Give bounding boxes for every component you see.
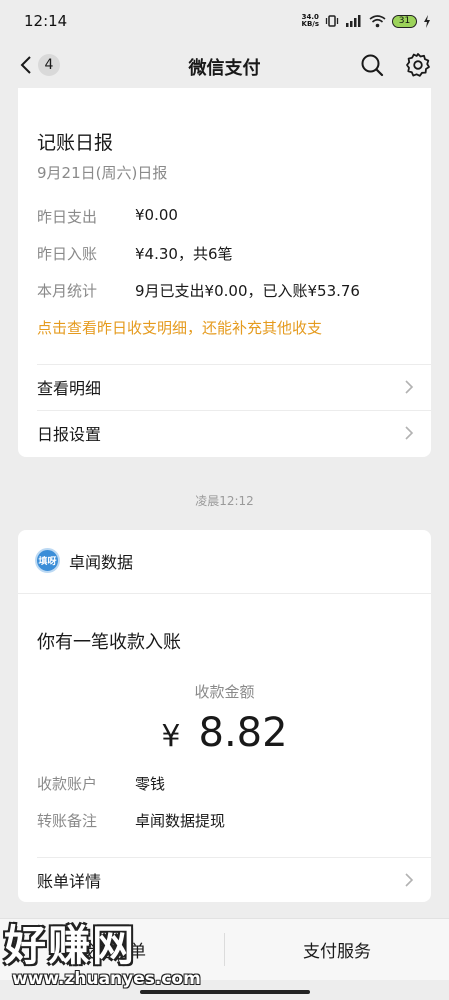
vibrate-icon [325,15,339,27]
report-settings-label: 日报设置 [37,425,102,444]
payment-received-card[interactable]: 填呀 卓闻数据 你有一笔收款入账 收款金额 ¥ 8.82 收款账户 零钱 转账备… [18,530,431,902]
row-label: 昨日入账 [37,245,98,263]
settings-gear-icon[interactable] [405,52,431,78]
divider [18,593,431,594]
bill-details-label: 账单详情 [37,872,102,891]
receipt-row-remark: 转账备注 卓闻数据提现 [37,810,225,831]
amount-label: 收款金额 [194,683,255,701]
my-bills-menu[interactable]: 我的账单 [0,919,224,980]
status-icons: 34.0 KB/s 31 [302,14,431,28]
payment-amount: ¥ 8.82 [18,710,431,756]
row-value: ¥4.30，共6笔 [135,245,233,263]
nav-actions [359,52,431,78]
payment-services-label: 支付服务 [303,942,371,962]
charging-icon [424,14,430,28]
payment-notice-title: 你有一笔收款入账 [37,632,181,653]
bill-details-link[interactable]: 账单详情 [37,858,414,902]
amount-value: 8.82 [198,710,288,756]
report-row-yesterday-income: 昨日入账 ¥4.30，共6笔 [37,243,233,264]
status-bar: 12:14 34.0 KB/s 31 [0,0,449,42]
network-speed-unit: KB/s [301,20,319,28]
wifi-icon [369,14,386,27]
message-timestamp: 凌晨12:12 [195,494,254,508]
payment-services-menu[interactable]: 支付服务 [225,919,449,980]
row-value: 9月已支出¥0.00，已入账¥53.76 [135,282,360,300]
row-label: 本月统计 [37,282,98,300]
my-bills-label: 我的账单 [78,942,146,962]
bottom-menu-bar: 我的账单 支付服务 [0,918,449,980]
merchant-header[interactable]: 填呀 卓闻数据 [35,548,133,573]
daily-report-date: 9月21日(周六)日报 [37,164,168,182]
battery-icon: 31 [392,14,417,28]
view-details-promo-link[interactable]: 点击查看昨日收支明细，还能补充其他收支 [37,317,322,338]
search-icon[interactable] [359,52,385,78]
cellular-signal-icon [346,14,361,27]
chevron-right-icon [405,380,414,394]
merchant-name: 卓闻数据 [69,552,134,572]
row-label: 收款账户 [37,775,98,793]
row-value: 零钱 [135,775,166,793]
chevron-right-icon [405,873,414,887]
currency-symbol: ¥ [161,719,181,754]
nav-bar: 4 微信支付 [0,42,449,88]
status-time: 12:14 [24,12,68,30]
view-details-link[interactable]: 查看明细 [37,365,414,409]
receipt-row-account: 收款账户 零钱 [37,773,165,794]
home-indicator[interactable] [140,990,310,994]
report-row-yesterday-expense: 昨日支出 ¥0.00 [37,206,178,227]
row-value: ¥0.00 [135,206,178,224]
row-label: 转账备注 [37,812,98,830]
network-speed: 34.0 KB/s [302,14,319,28]
view-details-label: 查看明细 [37,379,102,398]
daily-report-card[interactable]: 记账日报 9月21日(周六)日报 昨日支出 ¥0.00 昨日入账 ¥4.30，共… [18,88,431,457]
report-row-monthly-stats: 本月统计 9月已支出¥0.00，已入账¥53.76 [37,280,360,301]
report-settings-link[interactable]: 日报设置 [37,411,414,455]
row-value: 卓闻数据提现 [135,812,226,830]
chevron-right-icon [405,426,414,440]
merchant-logo: 填呀 [35,548,60,573]
row-label: 昨日支出 [37,208,98,226]
daily-report-title: 记账日报 [37,132,114,154]
